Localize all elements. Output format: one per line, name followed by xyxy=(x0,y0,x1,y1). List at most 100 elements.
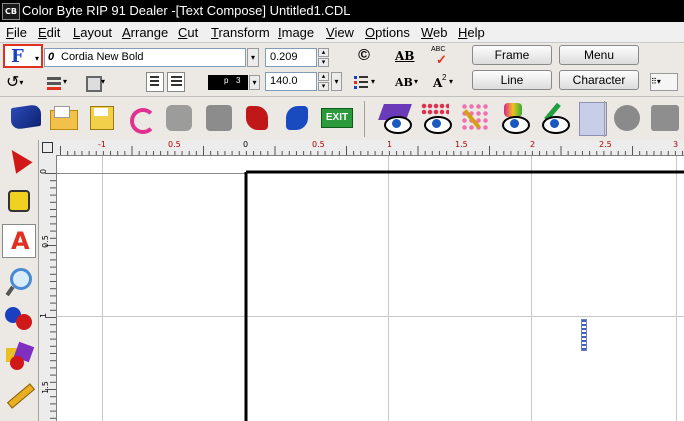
menu-arrange[interactable]: Arrange xyxy=(122,25,168,40)
vertical-ruler[interactable]: 0 0.5 1 1.5 xyxy=(39,155,57,421)
print-icon[interactable]: ▾ xyxy=(82,73,108,93)
icon-toolbar: EXIT xyxy=(0,96,684,141)
gear-gray-icon[interactable] xyxy=(162,100,196,136)
menu-image[interactable]: Image xyxy=(278,25,314,40)
justify-left-icon[interactable] xyxy=(146,72,164,92)
list-icon[interactable]: ▾ xyxy=(352,73,380,93)
undo-icon[interactable]: ↺▾ xyxy=(6,73,32,93)
menu-edit[interactable]: Edit xyxy=(38,25,60,40)
justify-center-icon[interactable] xyxy=(167,72,185,92)
h-ruler-ticks xyxy=(60,146,684,155)
pointer-tool-icon[interactable] xyxy=(2,144,36,178)
shape-blue-icon[interactable] xyxy=(8,100,42,136)
font-dropdown-button[interactable]: ▾ xyxy=(247,48,259,67)
text-tool-letter: A xyxy=(11,227,30,255)
h-ruler-label: 2.5 xyxy=(599,140,612,149)
size-spin-up[interactable]: ▴ xyxy=(318,48,329,57)
eye-rainbow-icon[interactable] xyxy=(496,100,530,136)
exit-sign-icon[interactable]: EXIT xyxy=(318,100,353,136)
h-ruler-label: 3 xyxy=(673,140,679,149)
menu-file[interactable]: File xyxy=(6,25,27,40)
eye-pencil-icon[interactable] xyxy=(536,100,570,136)
red-shape-icon[interactable] xyxy=(240,100,274,136)
h-ruler-label: 0.5 xyxy=(168,140,181,149)
spacing-dropdown-button[interactable]: ▾ xyxy=(331,72,342,91)
text-tool-icon[interactable]: A xyxy=(2,224,36,258)
magic-wand-icon[interactable] xyxy=(458,100,492,136)
font-f-icon: F xyxy=(11,46,24,67)
blocks-gray-icon[interactable] xyxy=(648,100,682,136)
line-button[interactable]: Line xyxy=(472,70,552,90)
spacing-value: 140.0 xyxy=(270,75,298,87)
menu-button[interactable]: Menu xyxy=(559,45,639,65)
menu-bar: File Edit Layout Arrange Cut Transform I… xyxy=(0,22,684,43)
drawing-canvas[interactable] xyxy=(57,156,684,421)
h-ruler-label: 0 xyxy=(243,140,249,149)
arrow-rotate-icon[interactable] xyxy=(122,100,156,136)
frame-button[interactable]: Frame xyxy=(472,45,552,65)
chevron-down-icon: ▾ xyxy=(34,54,39,63)
spacing-spin-up[interactable]: ▴ xyxy=(318,72,329,81)
ab-outline-label: AB xyxy=(395,49,415,63)
v-ruler-label: 1.5 xyxy=(40,381,50,394)
menu-cut[interactable]: Cut xyxy=(178,25,198,40)
h-ruler-label: 2 xyxy=(530,140,536,149)
font-name-field[interactable]: 0 Cordia New Bold xyxy=(44,48,246,67)
shapes-tool-icon[interactable] xyxy=(2,340,36,374)
save-disk-icon[interactable] xyxy=(84,100,118,136)
font-size-field[interactable]: 0.209 xyxy=(265,48,317,67)
grid-dropdown-icon[interactable]: ⠿▾ xyxy=(650,73,678,91)
size-spin-down[interactable]: ▾ xyxy=(318,58,329,67)
v-ruler-label: 0.5 xyxy=(40,235,50,248)
color-field[interactable]: p 3 xyxy=(208,75,248,90)
h-ruler-label: -1 xyxy=(98,140,106,149)
window-title: Color Byte RIP 91 Dealer -[Text Compose]… xyxy=(22,3,351,18)
ab-case-button[interactable]: AB ▾ xyxy=(394,73,422,93)
color-dropdown-button[interactable]: ▾ xyxy=(249,75,260,90)
menu-web[interactable]: Web xyxy=(421,25,448,40)
menu-transform[interactable]: Transform xyxy=(211,25,270,40)
canvas-guides xyxy=(57,156,684,421)
copyright-button[interactable]: © xyxy=(354,46,374,66)
app-icon[interactable]: CB xyxy=(2,3,20,20)
ruler-corner[interactable] xyxy=(39,140,57,156)
checkmark-icon: ✓ xyxy=(436,52,447,67)
horizontal-ruler[interactable]: -1 0.5 0 0.5 1 1.5 2 2.5 3 xyxy=(56,140,684,156)
spell-ab-button[interactable]: AB xyxy=(393,46,415,66)
spell-check-button[interactable]: ABC ✓ xyxy=(430,46,452,67)
menu-view[interactable]: View xyxy=(326,25,354,40)
h-ruler-label: 1.5 xyxy=(455,140,468,149)
h-ruler-label: 1 xyxy=(387,140,393,149)
menu-options[interactable]: Options xyxy=(365,25,410,40)
text-toolbar: F ▾ 0 Cordia New Bold ▾ 0.209 ▴ ▾ © AB A… xyxy=(0,43,684,96)
measure-tool-icon[interactable] xyxy=(2,184,36,218)
font-button[interactable]: F ▾ xyxy=(3,44,43,68)
character-button[interactable]: Character xyxy=(559,70,639,90)
title-bar: CB Color Byte RIP 91 Dealer -[Text Compo… xyxy=(0,0,684,22)
grid-gray-icon[interactable] xyxy=(610,100,644,136)
font-name-value: Cordia New Bold xyxy=(61,51,144,63)
spacing-spin-down[interactable]: ▾ xyxy=(318,82,329,91)
v-ruler-label: 1 xyxy=(39,312,49,319)
font-type-prefix: 0 xyxy=(48,51,55,63)
h-ruler-label: 0.5 xyxy=(312,140,325,149)
color-field-label: p xyxy=(224,76,229,85)
pencil-tool-icon[interactable] xyxy=(2,378,36,412)
tool-bar: A xyxy=(0,140,39,421)
eye-dots-icon[interactable] xyxy=(418,100,452,136)
superscript-button[interactable]: A 2 ▾ xyxy=(431,73,457,93)
v-ruler-label: 0 xyxy=(39,168,49,175)
blue-shape-icon[interactable] xyxy=(280,100,314,136)
text-cursor-marker[interactable] xyxy=(581,319,587,351)
menu-layout[interactable]: Layout xyxy=(73,25,112,40)
fill-tool-icon[interactable] xyxy=(2,302,36,336)
puzzle-gray-icon[interactable] xyxy=(202,100,236,136)
magnify-tool-icon[interactable] xyxy=(2,264,36,298)
spacing-field[interactable]: 140.0 xyxy=(265,72,317,91)
open-folder-icon[interactable] xyxy=(46,100,80,136)
align-icon[interactable]: ▾ xyxy=(44,73,70,93)
eye-purple-icon[interactable] xyxy=(378,100,412,136)
font-size-value: 0.209 xyxy=(270,51,298,63)
superscript-2: 2 xyxy=(442,73,447,82)
menu-help[interactable]: Help xyxy=(458,25,485,40)
